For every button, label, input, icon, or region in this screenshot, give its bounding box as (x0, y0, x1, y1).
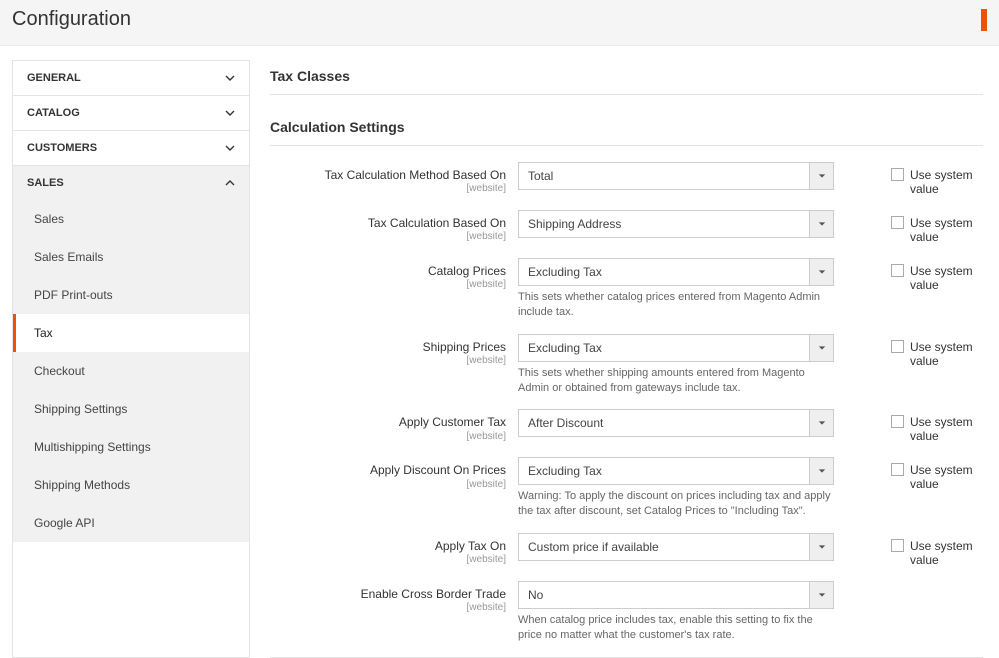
content-columns: GENERAL CATALOG CUSTOMERS SALES Sales (0, 46, 999, 658)
sidebar-item-checkout[interactable]: Checkout (13, 352, 249, 390)
field-note: Warning: To apply the discount on prices… (518, 489, 834, 519)
select-catalog-prices[interactable]: Excluding Tax (518, 258, 834, 286)
sidebar-group-title-customers[interactable]: CUSTOMERS (13, 131, 249, 165)
select-value: Excluding Tax (519, 458, 809, 484)
dropdown-icon (809, 582, 833, 608)
field-apply-tax-on: Apply Tax On [website] Custom price if a… (270, 533, 983, 567)
use-system-checkbox[interactable] (891, 168, 904, 181)
sidebar-group-title-catalog[interactable]: CATALOG (13, 96, 249, 130)
sidebar-item-shipping-settings[interactable]: Shipping Settings (13, 390, 249, 428)
use-system-checkbox[interactable] (891, 264, 904, 277)
use-system-checkbox[interactable] (891, 415, 904, 428)
select-tax-based-on[interactable]: Shipping Address (518, 210, 834, 238)
field-customer-tax: Apply Customer Tax [website] After Disco… (270, 409, 983, 443)
sidebar-group-title-sales[interactable]: SALES (13, 166, 249, 200)
select-value: Excluding Tax (519, 335, 809, 361)
field-note: This sets whether catalog prices entered… (518, 290, 834, 320)
accent-marker (981, 9, 987, 31)
sidebar-item-multishipping-settings[interactable]: Multishipping Settings (13, 428, 249, 466)
select-value: No (519, 582, 809, 608)
field-label: Tax Calculation Method Based On (270, 168, 506, 182)
field-label: Apply Customer Tax (270, 415, 506, 429)
select-tax-method[interactable]: Total (518, 162, 834, 190)
select-shipping-prices[interactable]: Excluding Tax (518, 334, 834, 362)
select-cross-border[interactable]: No (518, 581, 834, 609)
sidebar-item-pdf-printouts[interactable]: PDF Print-outs (13, 276, 249, 314)
select-customer-tax[interactable]: After Discount (518, 409, 834, 437)
field-cross-border: Enable Cross Border Trade [website] No W… (270, 581, 983, 643)
use-system-checkbox[interactable] (891, 463, 904, 476)
dropdown-icon (809, 163, 833, 189)
field-note: When catalog price includes tax, enable … (518, 613, 834, 643)
field-scope: [website] (270, 431, 506, 442)
field-label: Shipping Prices (270, 340, 506, 354)
sidebar: GENERAL CATALOG CUSTOMERS SALES Sales (12, 60, 250, 658)
page-title: Configuration (12, 8, 131, 31)
sidebar-item-tax[interactable]: Tax (13, 314, 249, 352)
select-value: Custom price if available (519, 534, 809, 560)
dropdown-icon (809, 458, 833, 484)
sidebar-items: Sales Sales Emails PDF Print-outs Tax Ch… (13, 200, 249, 542)
use-system-checkbox[interactable] (891, 216, 904, 229)
chevron-down-icon (225, 73, 235, 83)
use-system-label[interactable]: Use system value (910, 463, 983, 491)
use-system-label[interactable]: Use system value (910, 340, 983, 368)
field-label: Tax Calculation Based On (270, 216, 506, 230)
field-scope: [website] (270, 231, 506, 242)
chevron-down-icon (225, 108, 235, 118)
field-tax-method: Tax Calculation Method Based On [website… (270, 162, 983, 196)
dropdown-icon (809, 211, 833, 237)
field-label: Apply Discount On Prices (270, 463, 506, 477)
field-scope: [website] (270, 602, 506, 613)
sidebar-item-sales-emails[interactable]: Sales Emails (13, 238, 249, 276)
sidebar-group-label: SALES (27, 177, 64, 189)
use-system-checkbox[interactable] (891, 340, 904, 353)
field-label: Enable Cross Border Trade (270, 587, 506, 601)
field-scope: [website] (270, 183, 506, 194)
use-system-checkbox[interactable] (891, 539, 904, 552)
sidebar-group-customers: CUSTOMERS (13, 131, 249, 166)
section-tax-classes[interactable]: Tax Classes (270, 60, 983, 95)
select-value: Excluding Tax (519, 259, 809, 285)
sidebar-group-sales: SALES Sales Sales Emails PDF Print-outs … (13, 166, 249, 542)
use-system-label[interactable]: Use system value (910, 264, 983, 292)
field-tax-based-on: Tax Calculation Based On [website] Shipp… (270, 210, 983, 244)
sidebar-item-shipping-methods[interactable]: Shipping Methods (13, 466, 249, 504)
sidebar-group-general: GENERAL (13, 61, 249, 96)
field-label: Catalog Prices (270, 264, 506, 278)
dropdown-icon (809, 259, 833, 285)
sidebar-group-label: GENERAL (27, 72, 81, 84)
dropdown-icon (809, 335, 833, 361)
select-discount-on-prices[interactable]: Excluding Tax (518, 457, 834, 485)
select-value: Total (519, 163, 809, 189)
select-apply-tax-on[interactable]: Custom price if available (518, 533, 834, 561)
field-note: This sets whether shipping amounts enter… (518, 366, 834, 396)
chevron-up-icon (225, 178, 235, 188)
section-calculation-settings[interactable]: Calculation Settings (270, 111, 983, 146)
field-catalog-prices: Catalog Prices [website] Excluding Tax T… (270, 258, 983, 320)
select-value: Shipping Address (519, 211, 809, 237)
field-scope: [website] (270, 479, 506, 490)
chevron-down-icon (225, 143, 235, 153)
field-label: Apply Tax On (270, 539, 506, 553)
sidebar-item-sales[interactable]: Sales (13, 200, 249, 238)
use-system-label[interactable]: Use system value (910, 168, 983, 196)
dropdown-icon (809, 534, 833, 560)
use-system-label[interactable]: Use system value (910, 415, 983, 443)
dropdown-icon (809, 410, 833, 436)
use-system-label[interactable]: Use system value (910, 539, 983, 567)
field-scope: [website] (270, 554, 506, 565)
field-scope: [website] (270, 355, 506, 366)
sidebar-group-catalog: CATALOG (13, 96, 249, 131)
field-scope: [website] (270, 279, 506, 290)
field-shipping-prices: Shipping Prices [website] Excluding Tax … (270, 334, 983, 396)
select-value: After Discount (519, 410, 809, 436)
sidebar-group-label: CATALOG (27, 107, 80, 119)
page-header: Configuration (0, 0, 999, 46)
use-system-label[interactable]: Use system value (910, 216, 983, 244)
sidebar-group-label: CUSTOMERS (27, 142, 97, 154)
sidebar-group-title-general[interactable]: GENERAL (13, 61, 249, 95)
main-panel: Tax Classes Calculation Settings Tax Cal… (270, 60, 987, 658)
